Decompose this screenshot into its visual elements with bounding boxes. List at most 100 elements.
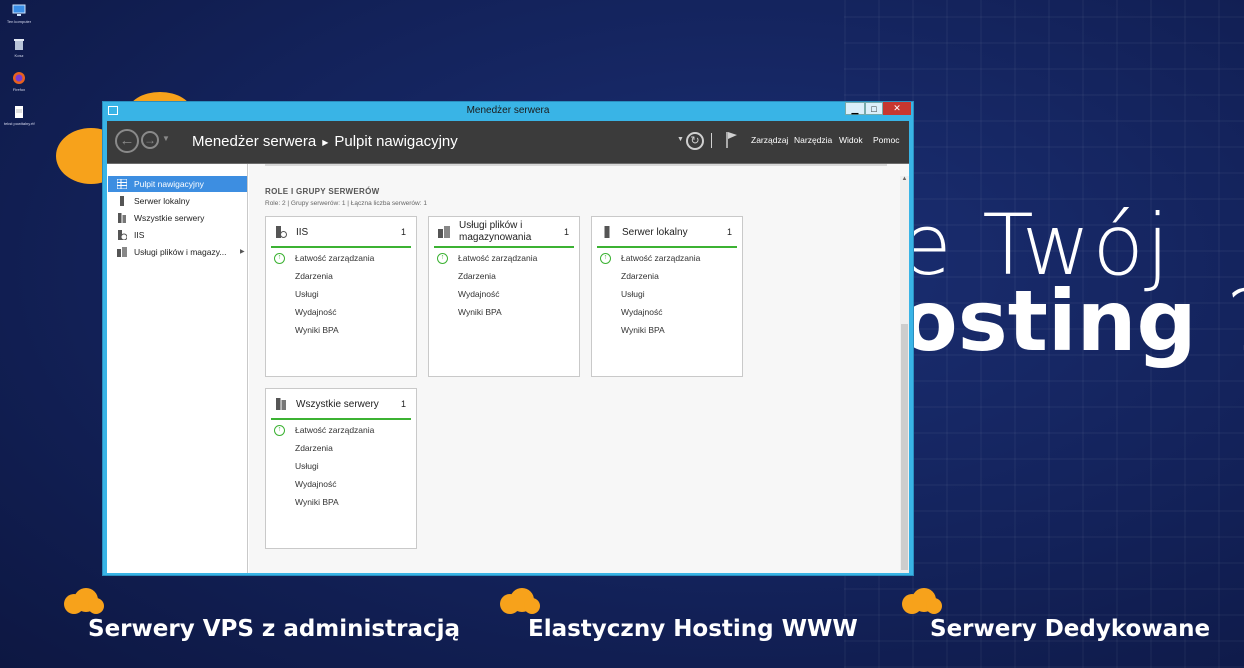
tile-row-performance[interactable]: Wydajność xyxy=(295,479,337,489)
tile-row-manageability[interactable]: Łatwość zarządzania xyxy=(295,253,374,263)
servers-icon xyxy=(276,398,286,410)
sidebar-item-file-services[interactable]: Usługi plików i magazy... ▶ xyxy=(108,244,247,260)
sidebar-item-dashboard[interactable]: Pulpit nawigacyjny xyxy=(108,176,247,192)
tile-row-services[interactable]: Usługi xyxy=(295,289,319,299)
window-titlebar[interactable]: Menedżer serwera ▁ □ ✕ xyxy=(103,102,913,120)
tile-row-manageability[interactable]: Łatwość zarządzania xyxy=(621,253,700,263)
role-tile-iis[interactable]: IIS 1 ↑ Łatwość zarządzania Zdarzenia Us… xyxy=(265,216,417,377)
maximize-button[interactable]: □ xyxy=(865,102,883,115)
tile-header[interactable]: IIS 1 xyxy=(266,217,416,247)
vertical-scrollbar[interactable]: ▲ xyxy=(900,176,909,573)
promo-item-label: Serwery Dedykowane xyxy=(930,616,1211,642)
tile-header[interactable]: Serwer lokalny 1 xyxy=(592,217,742,247)
tile-row-bpa-results[interactable]: Wyniki BPA xyxy=(458,307,502,317)
window-title: Menedżer serwera xyxy=(466,105,550,116)
notifications-flag-icon[interactable] xyxy=(725,131,739,149)
cloud-icon xyxy=(64,588,104,614)
sidebar-item-all-servers[interactable]: Wszystkie serwery xyxy=(108,210,247,226)
tile-row-events[interactable]: Zdarzenia xyxy=(295,443,333,453)
promo-headline-word: osting xyxy=(900,272,1197,370)
tile-title: IIS xyxy=(296,227,309,238)
refresh-dropdown-icon[interactable]: ▼ xyxy=(677,136,684,143)
menu-manage[interactable]: Zarządzaj xyxy=(751,135,788,145)
status-ok-icon: ↑ xyxy=(600,253,611,264)
breadcrumb-root[interactable]: Menedżer serwera xyxy=(192,133,316,150)
header-divider xyxy=(711,133,712,148)
tile-row-performance[interactable]: Wydajność xyxy=(621,307,663,317)
tile-row-performance[interactable]: Wydajność xyxy=(295,307,337,317)
tile-count: 1 xyxy=(563,227,569,237)
file-services-icon xyxy=(117,247,127,257)
sidebar-item-label: Serwer lokalny xyxy=(134,196,190,206)
tile-row-services[interactable]: Usługi xyxy=(621,289,645,299)
iis-icon xyxy=(276,226,287,238)
status-ok-icon: ↑ xyxy=(274,425,285,436)
menu-view[interactable]: Widok xyxy=(839,135,863,145)
scrollbar-thumb[interactable] xyxy=(901,324,908,570)
minimize-button[interactable]: ▁ xyxy=(845,102,865,115)
tile-count: 1 xyxy=(400,227,406,237)
header-bar: ← → ▼ Menedżer serwera ▶ Pulpit nawigacyjn… xyxy=(107,121,909,164)
promo-item-label: Elastyczny Hosting WWW xyxy=(528,616,858,642)
close-button[interactable]: ✕ xyxy=(883,102,911,115)
desktop-icon-document[interactable]: tekst powitalny.rtf xyxy=(4,105,35,126)
tile-row-manageability[interactable]: Łatwość zarządzania xyxy=(295,425,374,435)
role-tile-file-services[interactable]: Usługi plików i magazynowania 1 ↑ Łatwoś… xyxy=(428,216,580,377)
sidebar-item-label: Wszystkie serwery xyxy=(134,213,205,223)
window-client-area: ← → ▼ Menedżer serwera ▶ Pulpit nawigacyjn… xyxy=(107,121,909,573)
tile-status-bar xyxy=(434,246,574,248)
tile-status-bar xyxy=(597,246,737,248)
role-tile-all-servers[interactable]: Wszystkie serwery 1 ↑ Łatwość zarządzani… xyxy=(265,388,417,549)
tile-row-events[interactable]: Zdarzenia xyxy=(295,271,333,281)
scroll-up-icon[interactable]: ▲ xyxy=(900,176,909,186)
tile-count: 1 xyxy=(726,227,732,237)
tile-title: Wszystkie serwery xyxy=(296,399,379,410)
dashboard-content: ROLE I GRUPY SERWERÓW Role: 2 | Grupy se… xyxy=(249,164,909,573)
file-services-icon xyxy=(438,226,450,238)
servers-icon xyxy=(118,213,126,223)
refresh-icon[interactable]: ↻ xyxy=(686,132,704,150)
promo-item-label: Serwery VPS z administracją xyxy=(88,616,460,642)
desktop-icon-computer[interactable]: Ten komputer xyxy=(4,3,34,24)
tile-status-bar xyxy=(271,418,411,420)
divider xyxy=(265,164,887,166)
desktop-icon-firefox[interactable]: Firefox xyxy=(4,71,34,92)
desktop-icon-label: tekst powitalny.rtf xyxy=(4,121,35,126)
promo-headline-suffix: ? xyxy=(1226,272,1244,370)
menu-help[interactable]: Pomoc xyxy=(873,135,899,145)
expand-arrow-icon[interactable]: ▶ xyxy=(240,244,245,260)
tile-row-manageability[interactable]: Łatwość zarządzania xyxy=(458,253,537,263)
forward-button[interactable]: → xyxy=(141,131,159,149)
server-manager-window: Menedżer serwera ▁ □ ✕ ← → ▼ Menedżer se… xyxy=(102,101,914,576)
tile-row-performance[interactable]: Wydajność xyxy=(458,289,500,299)
history-dropdown-icon[interactable]: ▼ xyxy=(162,134,170,143)
computer-icon xyxy=(12,3,26,17)
menu-tools[interactable]: Narzędzia xyxy=(794,135,832,145)
sidebar-item-local-server[interactable]: Serwer lokalny xyxy=(108,193,247,209)
tile-row-services[interactable]: Usługi xyxy=(295,461,319,471)
tile-row-events[interactable]: Zdarzenia xyxy=(458,271,496,281)
role-tile-local-server[interactable]: Serwer lokalny 1 ↑ Łatwość zarządzania Z… xyxy=(591,216,743,377)
tile-row-bpa-results[interactable]: Wyniki BPA xyxy=(621,325,665,335)
sidebar-item-label: Pulpit nawigacyjny xyxy=(134,179,204,189)
document-icon xyxy=(12,105,26,119)
cloud-icon xyxy=(500,588,540,614)
desktop-icon-label: Kosz xyxy=(14,53,24,58)
server-icon xyxy=(604,226,610,238)
tile-row-events[interactable]: Zdarzenia xyxy=(621,271,659,281)
dashboard-icon xyxy=(117,179,127,189)
tile-header[interactable]: Wszystkie serwery 1 xyxy=(266,389,416,419)
sidebar-item-label: IIS xyxy=(134,230,145,240)
iis-icon xyxy=(118,230,127,240)
tile-row-bpa-results[interactable]: Wyniki BPA xyxy=(295,325,339,335)
promo-headline-line2: osting ? xyxy=(900,272,1244,370)
tile-header[interactable]: Usługi plików i magazynowania 1 xyxy=(429,217,579,247)
desktop-icon-recycle-bin[interactable]: Kosz xyxy=(4,37,34,58)
desktop-icon-label: Ten komputer xyxy=(6,19,32,24)
sidebar-item-iis[interactable]: IIS xyxy=(108,227,247,243)
section-title: ROLE I GRUPY SERWERÓW xyxy=(265,187,380,196)
tile-row-bpa-results[interactable]: Wyniki BPA xyxy=(295,497,339,507)
status-ok-icon: ↑ xyxy=(274,253,285,264)
breadcrumb: Menedżer serwera ▶ Pulpit nawigacyjny xyxy=(192,133,458,150)
back-button[interactable]: ← xyxy=(115,129,139,153)
